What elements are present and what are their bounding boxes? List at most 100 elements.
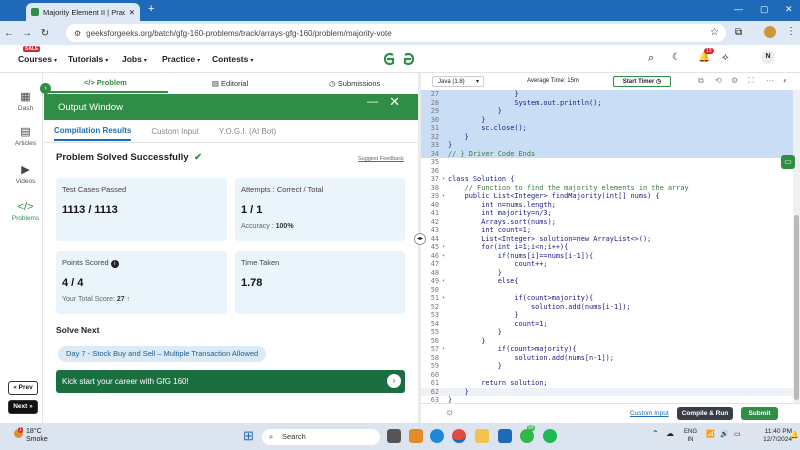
- next-problem-chip[interactable]: Day 7 - Stock Buy and Sell – Multiple Tr…: [58, 346, 267, 362]
- bookmark-star-icon[interactable]: ☆: [710, 27, 719, 38]
- tab-problem[interactable]: </> Problem: [43, 73, 168, 93]
- tab-compilation-results[interactable]: Compilation Results: [54, 121, 132, 141]
- code-line[interactable]: 32 }: [421, 132, 793, 141]
- close-tab-icon[interactable]: ✕: [129, 8, 135, 17]
- gfg160-banner[interactable]: Kick start your career with GfG 160! ›: [56, 370, 405, 393]
- taskbar-search[interactable]: ⌕ Search: [262, 429, 380, 445]
- close-output-icon[interactable]: ✕: [389, 94, 400, 110]
- menu-contests[interactable]: Contests ▾: [212, 54, 253, 64]
- search-icon[interactable]: ⌕: [648, 52, 654, 65]
- maximize-window-icon[interactable]: ▢: [760, 4, 769, 15]
- menu-tutorials[interactable]: Tutorials ▾: [68, 54, 108, 64]
- tab-editorial[interactable]: ▤ Editorial: [168, 79, 293, 88]
- rail-item-dash[interactable]: ▦ Dash: [4, 90, 47, 112]
- code-line[interactable]: 27 }: [421, 90, 793, 99]
- tab-custom-input[interactable]: Custom Input: [151, 127, 199, 136]
- code-line[interactable]: 42 Arrays.sort(nums);: [421, 218, 793, 227]
- chat-icon[interactable]: ▭: [781, 155, 795, 169]
- menu-courses[interactable]: Courses ▾: [18, 54, 57, 64]
- code-line[interactable]: 55 }: [421, 328, 793, 337]
- code-line[interactable]: 58 solution.add(nums[n-1]);: [421, 354, 793, 363]
- copy-icon[interactable]: ⧉: [698, 76, 704, 86]
- tray-expand-icon[interactable]: ⌃: [652, 429, 659, 438]
- battery-icon[interactable]: ▭: [734, 430, 741, 438]
- code-line[interactable]: 62 }: [421, 387, 793, 396]
- custom-input-link[interactable]: Custom Input: [630, 410, 669, 417]
- minimize-window-icon[interactable]: —: [734, 4, 743, 14]
- site-info-icon[interactable]: ⚙: [74, 29, 81, 38]
- code-line[interactable]: 33}: [421, 141, 793, 150]
- code-line[interactable]: 38 // Function to find the majority elem…: [421, 184, 793, 193]
- code-editor[interactable]: 27 } 28 System.out.println(); 29 } 30 } 31 s…: [421, 90, 793, 403]
- input-language[interactable]: ENG IN: [684, 428, 697, 444]
- browser-menu-icon[interactable]: ⋮: [786, 26, 796, 37]
- whatsapp-icon[interactable]: [520, 429, 534, 443]
- extensions-icon[interactable]: ⧉: [735, 27, 742, 38]
- code-line[interactable]: 35: [421, 158, 793, 167]
- system-clock[interactable]: 11:40 PM 12/7/2024: [752, 428, 792, 444]
- code-line[interactable]: 29 }: [421, 107, 793, 116]
- translate-icon[interactable]: ⟡: [722, 52, 729, 63]
- windows-start-icon[interactable]: ⊞: [243, 428, 254, 444]
- wifi-icon[interactable]: 📶: [706, 430, 715, 438]
- code-line[interactable]: 46 ▾ if(nums[i]==nums[i-1]){: [421, 252, 793, 261]
- browser-tab[interactable]: Majority Element II | Practice | G ✕: [26, 3, 140, 21]
- language-select[interactable]: Java (1.8) ▾: [432, 76, 484, 87]
- minimize-output-icon[interactable]: —: [367, 96, 378, 108]
- notification-center-icon[interactable]: 🔔: [790, 431, 799, 439]
- code-line[interactable]: 50: [421, 286, 793, 295]
- settings-icon[interactable]: ⚙: [731, 76, 738, 85]
- code-line[interactable]: 56 }: [421, 337, 793, 346]
- lightbulb-icon[interactable]: ☼: [445, 407, 454, 418]
- code-line[interactable]: 43 int count=1;: [421, 226, 793, 235]
- new-tab-icon[interactable]: +: [148, 3, 154, 15]
- edge-icon[interactable]: [430, 429, 444, 443]
- code-line[interactable]: 34 // } Driver Code Ends: [421, 149, 793, 158]
- code-line[interactable]: 40 int n=nums.length;: [421, 201, 793, 210]
- code-line[interactable]: 52 solution.add(nums[i-1]);: [421, 303, 793, 312]
- code-line[interactable]: 44 List<Integer> solution=new ArrayList<…: [421, 235, 793, 244]
- forward-icon[interactable]: →: [18, 28, 36, 39]
- dark-mode-icon[interactable]: ☾: [672, 52, 681, 63]
- volume-icon[interactable]: 🔊: [720, 430, 729, 438]
- code-line[interactable]: 30 }: [421, 115, 793, 124]
- weather-widget[interactable]: 18°C Smoke: [26, 428, 48, 444]
- prev-button[interactable]: « Prev: [8, 381, 38, 395]
- compile-run-button[interactable]: Compile & Run: [677, 407, 733, 420]
- menu-jobs[interactable]: Jobs ▾: [122, 54, 147, 64]
- code-line[interactable]: 57 ▾ if(count>majority){: [421, 345, 793, 354]
- rail-item-videos[interactable]: ▶ Videos: [4, 163, 47, 185]
- submit-button[interactable]: Submit: [741, 407, 778, 420]
- code-line[interactable]: 37 ▾ class Solution {: [421, 175, 793, 184]
- fullscreen-icon[interactable]: ⛶: [748, 76, 754, 86]
- code-line[interactable]: 28 System.out.println();: [421, 98, 793, 107]
- code-line[interactable]: 31 sc.close();: [421, 124, 793, 133]
- address-bar[interactable]: ⚙ geeksforgeeks.org/batch/gfg-160-proble…: [66, 24, 726, 42]
- rail-item-problems[interactable]: </> Problems: [4, 201, 47, 222]
- info-icon[interactable]: i: [110, 260, 119, 268]
- spotify-icon[interactable]: [543, 429, 557, 443]
- code-line[interactable]: 61 return solution;: [421, 379, 793, 388]
- code-line[interactable]: 36: [421, 167, 793, 176]
- widgets-icon[interactable]: [409, 429, 423, 443]
- code-line[interactable]: 39 ▾ public List<Integer> findMajority(in…: [421, 192, 793, 201]
- more-icon[interactable]: ⋯: [766, 76, 774, 85]
- close-window-icon[interactable]: ✕: [785, 4, 793, 15]
- next-button[interactable]: Next »: [8, 400, 38, 414]
- code-line[interactable]: 41 int majority=n/3;: [421, 209, 793, 218]
- code-line[interactable]: 47 count++;: [421, 260, 793, 269]
- tab-submissions[interactable]: ◷ Submissions: [292, 79, 417, 88]
- code-line[interactable]: 60: [421, 371, 793, 380]
- code-line[interactable]: 48 }: [421, 269, 793, 278]
- code-line[interactable]: 54 count=1;: [421, 320, 793, 329]
- editor-scrollbar[interactable]: [793, 90, 800, 403]
- menu-practice[interactable]: Practice ▾: [162, 54, 200, 64]
- chevron-right-icon[interactable]: ›: [387, 374, 401, 388]
- code-line[interactable]: 63}: [421, 396, 793, 403]
- scrollbar-thumb[interactable]: [794, 215, 799, 400]
- profile-avatar[interactable]: [764, 26, 776, 38]
- code-line[interactable]: 45 ▾ for(int i=1;i<n;i++){: [421, 243, 793, 252]
- reset-icon[interactable]: ⟲: [715, 76, 722, 85]
- rail-item-articles[interactable]: ▤ Articles: [4, 125, 47, 147]
- code-line[interactable]: 51 ▾ if(count>majority){: [421, 294, 793, 303]
